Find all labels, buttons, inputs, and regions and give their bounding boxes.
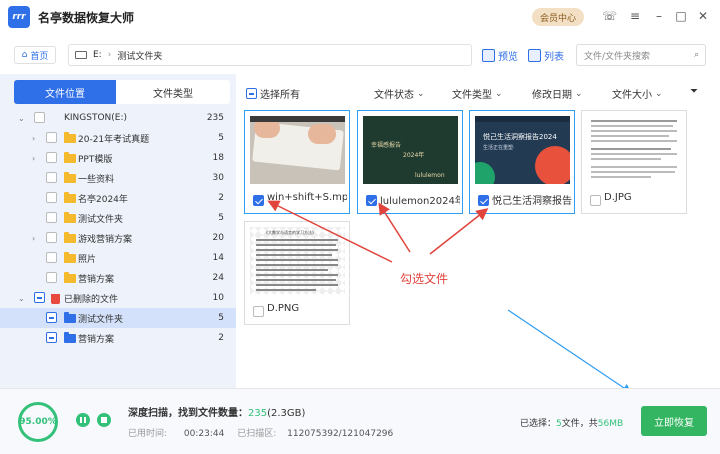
found-count: 235 (248, 408, 268, 419)
progress-ring: 95.00% (18, 402, 58, 442)
time-label: 已用时间: (128, 429, 168, 439)
found-size: (2.3GB) (267, 408, 306, 419)
selected-prefix: 已选择： (520, 419, 557, 429)
scan-label: 深度扫描，找到文件数量： (128, 408, 248, 419)
selected-mid: 文件，共 (561, 419, 598, 429)
annotation-arrow (267, 200, 393, 263)
selection-summary: 已选择：5文件，共56MB (520, 416, 623, 429)
sector-value: 112075392/121047296 (287, 429, 394, 439)
annotation-arrow (429, 208, 489, 255)
pause-button[interactable] (76, 413, 90, 427)
scan-details: 已用时间: 00:23:44 已扫描区: 112075392/121047296 (128, 426, 393, 439)
annotation-arrow (378, 202, 411, 253)
time-value: 00:23:44 (183, 429, 225, 439)
stop-button[interactable] (97, 413, 111, 427)
recover-button[interactable]: 立即恢复 (641, 406, 707, 436)
annotation-arrow (507, 309, 632, 394)
selected-size: 56MB (597, 419, 624, 429)
sector-label: 已扫描区: (237, 429, 277, 439)
scan-summary: 深度扫描，找到文件数量：235(2.3GB) (128, 404, 305, 419)
annotation-arrows (267, 200, 717, 449)
annotation-text: 勾选文件 (400, 272, 449, 286)
